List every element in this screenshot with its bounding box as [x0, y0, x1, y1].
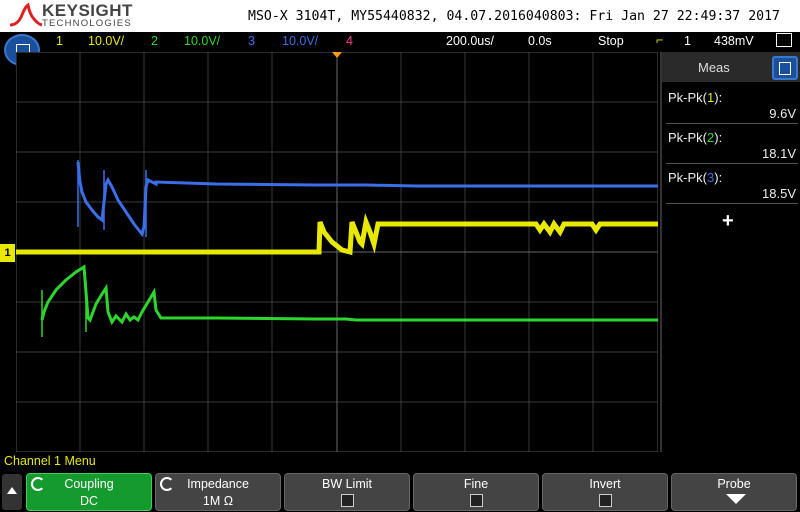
fine-softkey[interactable]: Fine [413, 473, 539, 511]
brand-subtitle: TECHNOLOGIES [42, 18, 132, 29]
trigger-icon: ⌐ [656, 33, 664, 47]
up-arrow-icon[interactable] [2, 474, 22, 510]
meas-label: Pk-Pk(2): [668, 130, 723, 145]
bw-limit-title: BW Limit [322, 477, 372, 491]
ch2-scale[interactable]: 10.0V/ [184, 34, 220, 48]
bw-limit-softkey[interactable]: BW Limit [284, 473, 410, 511]
meas-value: 18.5V [762, 186, 796, 201]
coupling-value: DC [79, 494, 99, 508]
ground-marker-icon[interactable]: 1 [0, 244, 15, 262]
impedance-title: Impedance [187, 477, 249, 491]
fine-checkbox[interactable] [470, 494, 483, 507]
down-arrow-icon [726, 494, 746, 504]
probe-softkey[interactable]: Probe [671, 473, 797, 511]
impedance-softkey[interactable]: Impedance 1M Ω [155, 473, 281, 511]
probe-title: Probe [717, 477, 751, 491]
meas-item-3[interactable]: Pk-Pk(3): 18.5V [666, 166, 798, 204]
trigger-level[interactable]: 438mV [714, 34, 754, 48]
timebase[interactable]: 200.0us/ [446, 34, 494, 48]
brand-header: KEYSIGHT TECHNOLOGIES MSO-X 3104T, MY554… [0, 0, 800, 32]
ch4-number[interactable]: 4 [346, 34, 353, 48]
channel-status-bar: 1 10.0V/ 2 10.0V/ 3 10.0V/ 4 200.0us/ 0.… [0, 32, 800, 52]
trigger-channel[interactable]: 1 [684, 34, 691, 48]
measurements-panel: Meas Pk-Pk(1): 9.6V Pk-Pk(2): 18.1V Pk-P… [660, 52, 800, 452]
coupling-softkey[interactable]: Coupling DC [26, 473, 152, 511]
impedance-value: 1M Ω [202, 494, 234, 508]
meas-title: Meas [698, 60, 730, 75]
fullscreen-icon[interactable] [776, 33, 792, 47]
invert-title: Invert [589, 477, 621, 491]
meas-label: Pk-Pk(3): [668, 170, 723, 185]
softkey-bar: Coupling DC Impedance 1M Ω BW Limit Fine… [0, 472, 800, 512]
delay[interactable]: 0.0s [528, 34, 552, 48]
invert-softkey[interactable]: Invert [542, 473, 668, 511]
waveform-display[interactable] [16, 52, 658, 452]
meas-value: 18.1V [762, 146, 796, 161]
meas-header: Meas [662, 52, 800, 82]
invert-checkbox[interactable] [599, 494, 612, 507]
ch2-number[interactable]: 2 [151, 34, 158, 48]
fine-title: Fine [463, 477, 489, 491]
meas-label: Pk-Pk(1): [668, 90, 723, 105]
run-state[interactable]: Stop [598, 34, 624, 48]
meas-menu-icon[interactable] [772, 56, 798, 80]
add-measurement-button[interactable]: + [722, 210, 734, 233]
ch1-scale[interactable]: 10.0V/ [88, 34, 124, 48]
channel-menu-title: Channel 1 Menu [4, 454, 96, 468]
ch3-scale[interactable]: 10.0V/ [282, 34, 318, 48]
meas-value: 9.6V [769, 106, 796, 121]
ch1-number[interactable]: 1 [56, 34, 63, 48]
bw-limit-checkbox[interactable] [341, 494, 354, 507]
meas-item-1[interactable]: Pk-Pk(1): 9.6V [666, 86, 798, 124]
coupling-title: Coupling [64, 477, 114, 491]
device-info: MSO-X 3104T, MY55440832, 04.07.201604080… [248, 9, 780, 24]
meas-item-2[interactable]: Pk-Pk(2): 18.1V [666, 126, 798, 164]
ch3-number[interactable]: 3 [248, 34, 255, 48]
